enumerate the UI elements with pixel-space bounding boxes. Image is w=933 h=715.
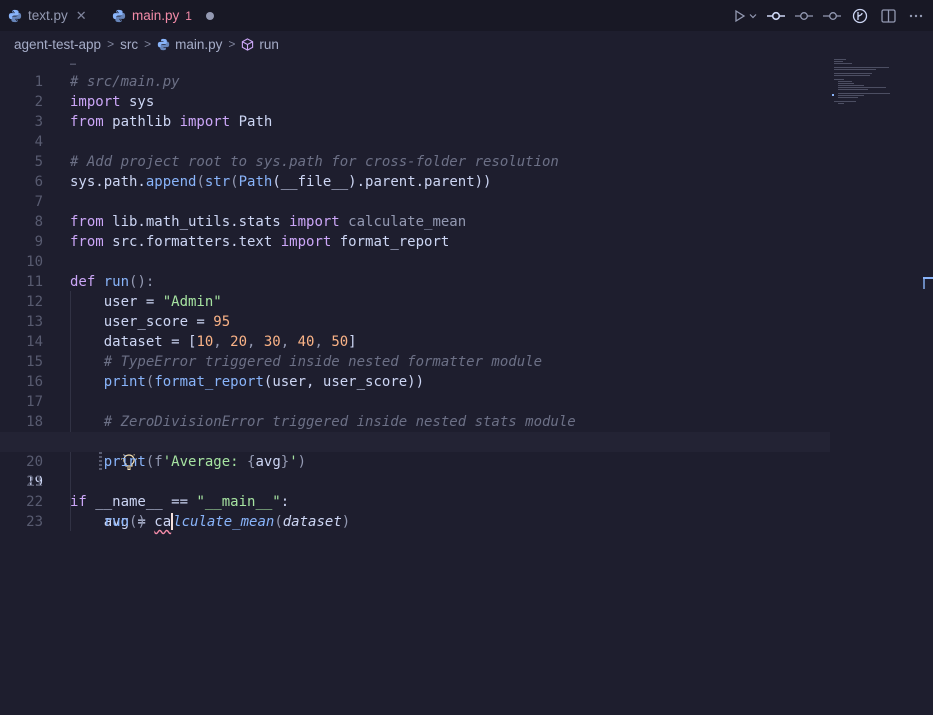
code-line[interactable]: 8 from lib.math_utils.stats import calcul… (0, 212, 830, 232)
code-line[interactable]: 13 user_score = 95 (0, 312, 830, 332)
breadcrumb-item-file[interactable]: main.py (175, 37, 222, 52)
code-line[interactable]: 14 dataset = [10, 20, 30, 40, 50] (0, 332, 830, 352)
code-line[interactable]: 3 from pathlib import Path (0, 112, 830, 132)
python-file-icon (8, 9, 22, 22)
chevron-down-icon[interactable] (749, 7, 757, 25)
code-line[interactable]: 10 (0, 252, 830, 272)
chevron-right-icon: > (144, 37, 152, 51)
scrollbar-marker[interactable] (923, 277, 933, 289)
breadcrumb-item-project[interactable]: agent-test-app (14, 37, 101, 52)
tab-label: text.py (28, 8, 68, 23)
code-line[interactable]: 17 (0, 392, 830, 412)
code-line[interactable]: 22 if __name__ == "__main__": (0, 492, 830, 512)
git-commit-icon[interactable] (767, 7, 785, 25)
breadcrumb: agent-test-app > src > main.py > run (0, 31, 933, 57)
git-commit-next-icon[interactable] (823, 7, 841, 25)
code-line[interactable]: 5 # Add project root to sys.path for cros… (0, 152, 830, 172)
code-line-current[interactable]: 19 avg = ca lculate_mean(dataset) (0, 432, 830, 530)
code-line[interactable]: 16 print(format_report(user, user_score)… (0, 372, 830, 392)
breadcrumb-item-folder[interactable]: src (120, 37, 138, 52)
more-actions-icon[interactable] (907, 7, 925, 25)
git-commit-previous-icon[interactable] (795, 7, 813, 25)
run-icon[interactable] (731, 7, 749, 25)
minimap[interactable] (832, 57, 922, 117)
close-icon[interactable]: ✕ (76, 8, 87, 24)
code-line[interactable]: 21 (0, 472, 830, 492)
tab-main-py[interactable]: main.py 1 (112, 0, 214, 31)
breadcrumb-item-symbol[interactable]: run (259, 37, 279, 52)
modified-line-gutter-marker (48, 432, 102, 470)
tab-label: main.py (132, 8, 180, 23)
split-editor-icon[interactable] (879, 7, 897, 25)
chevron-right-icon: > (228, 37, 236, 51)
git-compare-icon[interactable] (851, 7, 869, 25)
unsaved-dot-icon[interactable] (205, 11, 214, 20)
code-line[interactable]: 9 from src.formatters.text import format_… (0, 232, 830, 252)
code-line[interactable]: 12 user = "Admin" (0, 292, 830, 312)
folded-region-indicator[interactable]: … (70, 57, 76, 68)
code-line[interactable]: 2 import sys (0, 92, 830, 112)
code-line[interactable]: 4 (0, 132, 830, 152)
chevron-right-icon: > (107, 37, 115, 51)
python-file-icon (157, 38, 170, 50)
code-editor[interactable]: … 1 # src/main.py 2 import sys 3 from pathl… (0, 57, 933, 715)
function-symbol-icon (242, 37, 254, 51)
code-line[interactable]: 1 # src/main.py (0, 72, 830, 92)
editor-actions (731, 0, 925, 31)
code-line[interactable]: 15 # TypeError triggered inside nested f… (0, 352, 830, 372)
code-line[interactable]: 7 (0, 192, 830, 212)
python-file-icon (112, 9, 126, 22)
code-line[interactable]: 6 sys.path.append(str(Path(__file__).pare… (0, 172, 830, 192)
code-line[interactable]: 11 def run(): (0, 272, 830, 292)
lightbulb-icon[interactable] (70, 432, 137, 471)
editor-tab-bar: text.py ✕ main.py 1 (0, 0, 933, 31)
code-line[interactable]: 20 print(f'Average: {avg}') (0, 452, 830, 472)
problem-count-badge: 1 (185, 8, 192, 23)
code-line[interactable]: 23 run() (0, 512, 830, 532)
tab-text-py[interactable]: text.py ✕ (8, 0, 87, 31)
code-line[interactable]: 18 # ZeroDivisionError triggered inside … (0, 412, 830, 432)
